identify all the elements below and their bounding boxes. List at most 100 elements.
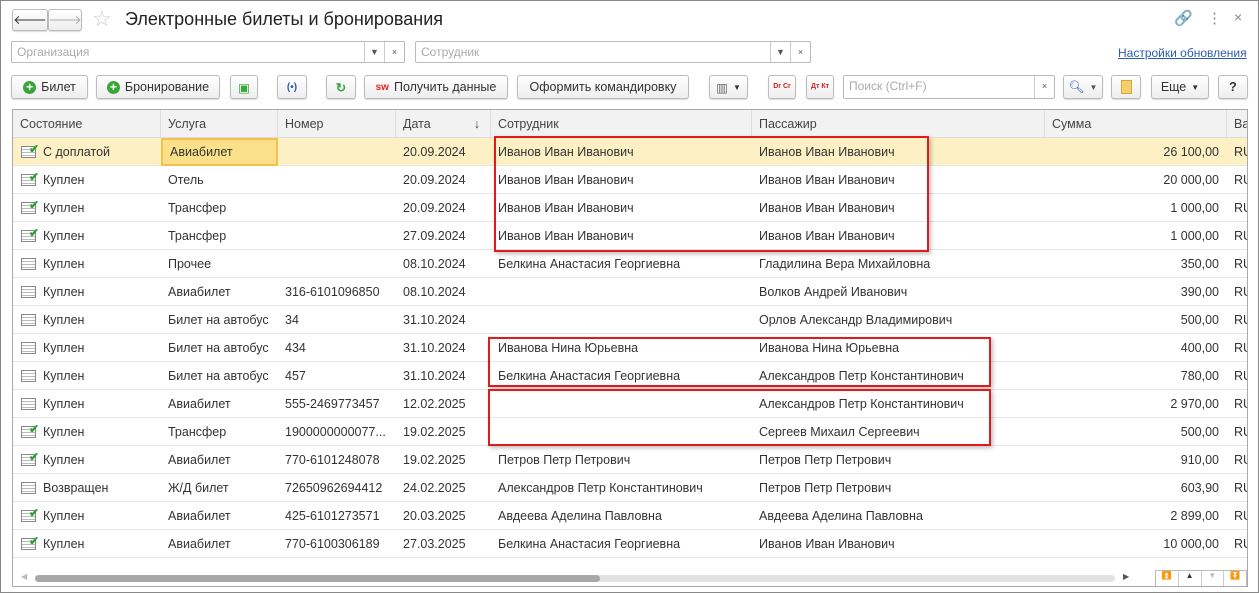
search-icon: 🔍︎ bbox=[1068, 79, 1085, 94]
cell-date: 31.10.2024 bbox=[403, 369, 466, 383]
broadcast-icon: (•) bbox=[286, 81, 298, 93]
scroll-down-icon[interactable]: ▼ bbox=[1202, 571, 1225, 586]
chevron-down-icon: ▼ bbox=[1191, 82, 1200, 92]
table-row[interactable]: ✔ Куплен Авиабилет 770-6101248078 19.02.2025… bbox=[13, 446, 1247, 474]
cell-cur: RU bbox=[1234, 481, 1247, 495]
back-button[interactable]: 🡐 bbox=[12, 9, 48, 31]
close-icon[interactable]: × bbox=[1234, 9, 1242, 25]
link-icon[interactable]: 🔗 bbox=[1174, 9, 1193, 27]
star-icon[interactable]: ☆ bbox=[92, 6, 112, 32]
cell-passenger: Гладилина Вера Михайловна bbox=[759, 257, 931, 271]
cell-service: Билет на автобус bbox=[168, 341, 269, 355]
table-row[interactable]: ✔ Куплен Авиабилет 770-6100306189 27.03.2025… bbox=[13, 530, 1247, 558]
cell-sum: 2 970,00 bbox=[1170, 397, 1219, 411]
plus-icon: + bbox=[23, 80, 37, 94]
cell-state: ✔ С доплатой bbox=[13, 138, 161, 166]
column-header-sum[interactable]: Сумма bbox=[1045, 110, 1227, 138]
column-header-state[interactable]: Состояние bbox=[13, 110, 161, 138]
cell-cur: RU bbox=[1234, 509, 1247, 523]
clear-icon[interactable]: × bbox=[790, 42, 810, 62]
cell-number: 316-6101096850 bbox=[285, 285, 380, 299]
dr-cr-button[interactable]: Dr Cr bbox=[768, 75, 796, 99]
get-data-button[interactable]: sw Получить данные bbox=[364, 75, 508, 99]
cell-state: ✔ Куплен bbox=[13, 222, 161, 250]
column-header-number[interactable]: Номер bbox=[278, 110, 396, 138]
document-icon bbox=[21, 398, 36, 410]
cell-employee bbox=[491, 306, 752, 334]
dt-kt-icon: Дт Кт bbox=[810, 83, 830, 90]
employee-field[interactable]: Сотрудник ▼ × bbox=[415, 41, 811, 63]
cell-date: 20.09.2024 bbox=[403, 173, 466, 187]
cell-cur: RU bbox=[1234, 145, 1247, 159]
cell-number bbox=[278, 222, 396, 250]
more-button[interactable]: Еще ▼ bbox=[1151, 75, 1209, 99]
dt-kt-button[interactable]: Дт Кт bbox=[806, 75, 834, 99]
scroll-track[interactable] bbox=[35, 575, 1115, 582]
table-row[interactable]: Куплен Билет на автобус 34 31.10.2024 Орлов … bbox=[13, 306, 1247, 334]
chevron-down-icon[interactable]: ▼ bbox=[770, 42, 790, 62]
chevron-down-icon[interactable]: ▼ bbox=[364, 42, 384, 62]
cell-service: Трансфер bbox=[168, 201, 227, 215]
column-header-cur[interactable]: Ва bbox=[1227, 110, 1247, 138]
notes-button[interactable] bbox=[1111, 75, 1141, 99]
cell-employee: Белкина Анастасия Георгиевна bbox=[498, 257, 681, 271]
create-document-button[interactable]: ▣ bbox=[230, 75, 258, 99]
table-row[interactable]: ✔ Куплен Авиабилет 425-6101273571 20.03.2025… bbox=[13, 502, 1247, 530]
cell-cur: RU bbox=[1234, 397, 1247, 411]
cell-state: Куплен bbox=[13, 362, 161, 390]
scroll-up-icon[interactable]: ▲ bbox=[1179, 571, 1202, 586]
add-booking-button[interactable]: + Бронирование bbox=[96, 75, 220, 99]
reports-button[interactable]: ▥ ▼ bbox=[709, 75, 748, 99]
scroll-left-icon[interactable]: ◀ bbox=[21, 572, 27, 581]
cell-employee: Петров Петр Петрович bbox=[498, 453, 631, 467]
cell-date: 19.02.2025 bbox=[403, 453, 466, 467]
clear-icon[interactable]: × bbox=[1034, 76, 1054, 98]
refresh-button[interactable]: ↻ bbox=[326, 75, 356, 99]
organization-field[interactable]: Организация ▼ × bbox=[11, 41, 405, 63]
update-settings-link[interactable]: Настройки обновления bbox=[1118, 46, 1247, 60]
exchange-button[interactable]: (•) bbox=[277, 75, 307, 99]
cell-employee bbox=[491, 278, 752, 306]
column-header-passenger[interactable]: Пассажир bbox=[752, 110, 1045, 138]
help-button[interactable]: ? bbox=[1218, 75, 1248, 99]
cell-sum: 20 000,00 bbox=[1163, 173, 1219, 187]
cell-cur: RU bbox=[1234, 537, 1247, 551]
cell-sum: 2 899,00 bbox=[1170, 509, 1219, 523]
cell-date: 19.02.2025 bbox=[403, 425, 466, 439]
column-header-service[interactable]: Услуга bbox=[161, 110, 278, 138]
cell-cur: RU bbox=[1234, 285, 1247, 299]
add-ticket-button[interactable]: + Билет bbox=[11, 75, 88, 99]
scroll-right-icon[interactable]: ▶ bbox=[1123, 572, 1129, 581]
table-row[interactable]: Куплен Авиабилет 316-6101096850 08.10.2024 В… bbox=[13, 278, 1247, 306]
kebab-icon[interactable]: ⋮ bbox=[1207, 9, 1222, 27]
cell-state: Куплен bbox=[13, 306, 161, 334]
create-trip-button[interactable]: Оформить командировку bbox=[517, 75, 689, 99]
cell-date: 27.09.2024 bbox=[403, 229, 466, 243]
arrow-left-icon: 🡐 bbox=[13, 12, 47, 27]
forward-button[interactable]: 🡒 bbox=[48, 9, 82, 31]
cell-employee: Белкина Анастасия Георгиевна bbox=[498, 537, 681, 551]
cell-number: 1900000000077... bbox=[285, 425, 386, 439]
table-row[interactable]: Возвращен Ж/Д билет 72650962694412 24.02.20… bbox=[13, 474, 1247, 502]
column-header-date[interactable]: Дата ↓ bbox=[396, 110, 491, 138]
search-button[interactable]: 🔍︎ ▼ bbox=[1063, 75, 1103, 99]
clear-icon[interactable]: × bbox=[384, 42, 404, 62]
cell-service: Ж/Д билет bbox=[168, 481, 229, 495]
cell-number bbox=[278, 138, 396, 166]
cell-number bbox=[278, 166, 396, 194]
search-input[interactable]: Поиск (Ctrl+F) × bbox=[843, 75, 1055, 99]
scroll-bottom-icon[interactable]: ⏬ bbox=[1224, 571, 1246, 586]
column-header-employee[interactable]: Сотрудник bbox=[491, 110, 752, 138]
scroll-thumb[interactable] bbox=[35, 575, 600, 582]
scroll-top-icon[interactable]: ⏫ bbox=[1156, 571, 1179, 586]
cell-passenger: Орлов Александр Владимирович bbox=[759, 313, 953, 327]
cell-date: 24.02.2025 bbox=[403, 481, 466, 495]
plus-icon: + bbox=[106, 80, 120, 94]
cell-sum: 780,00 bbox=[1180, 369, 1219, 383]
table-row[interactable]: Куплен Прочее 08.10.2024 Белкина Анастасия … bbox=[13, 250, 1247, 278]
horizontal-scrollbar[interactable]: ◀ ▶ ⏫ ▲ ▼ ⏬ bbox=[13, 570, 1247, 586]
cell-number bbox=[278, 194, 396, 222]
cell-date: 20.03.2025 bbox=[403, 509, 466, 523]
sort-desc-icon[interactable]: ↓ bbox=[474, 110, 480, 138]
cell-number: 457 bbox=[285, 369, 306, 383]
